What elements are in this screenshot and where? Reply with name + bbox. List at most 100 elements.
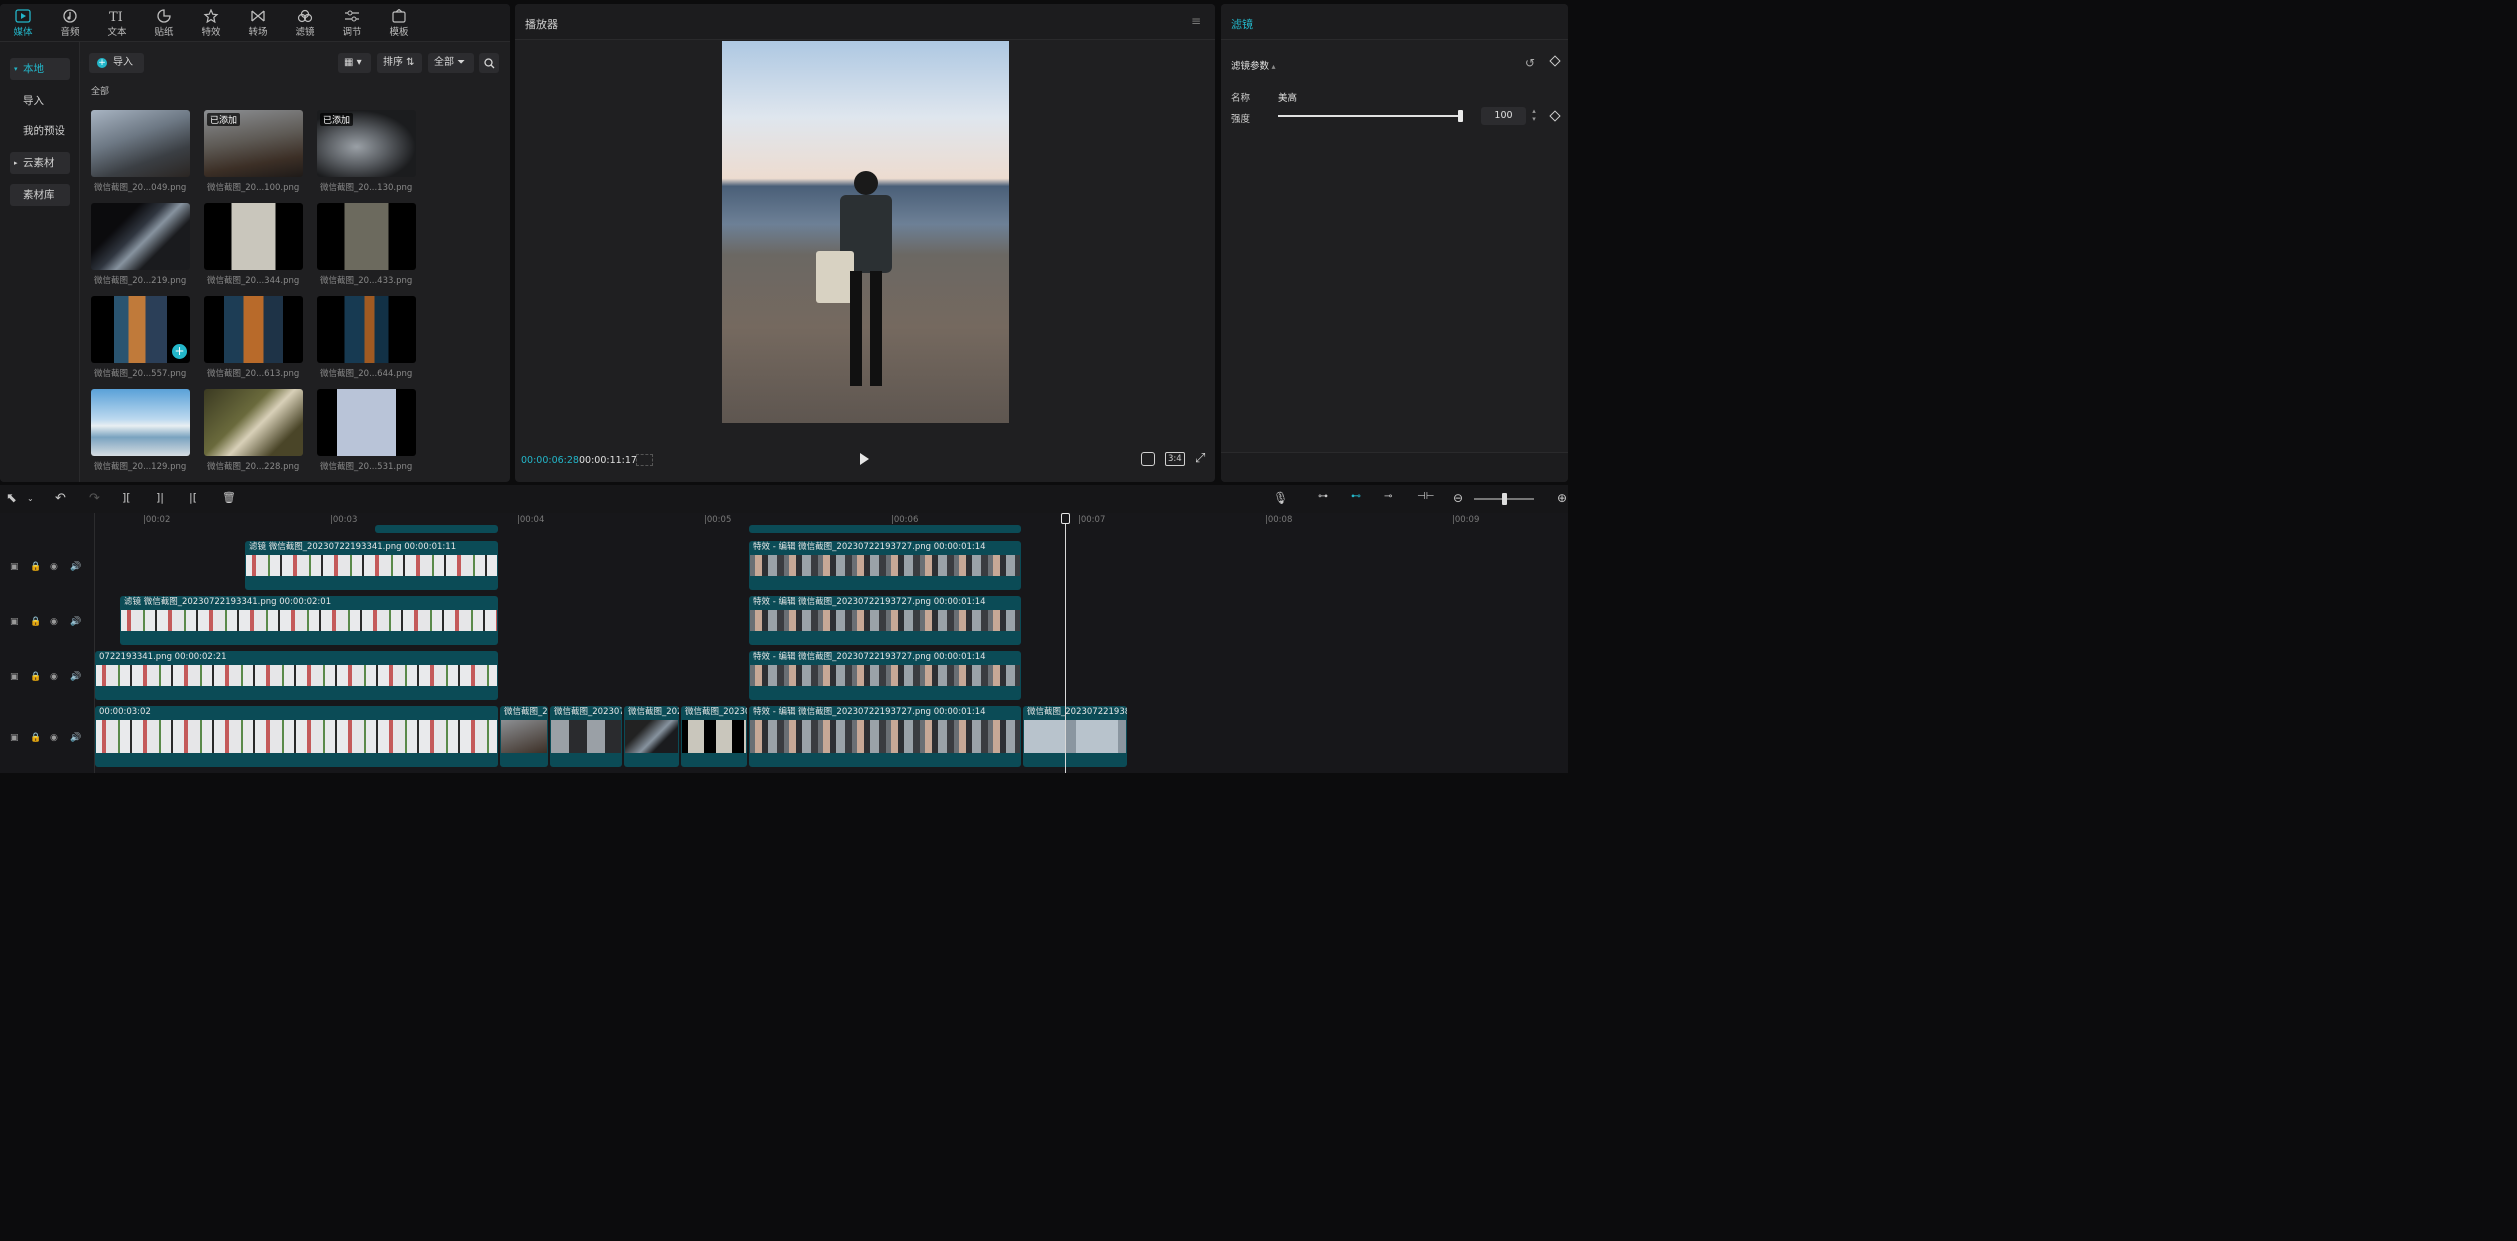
tab-filter[interactable]: 滤镜	[282, 7, 328, 41]
sidenav-cloud[interactable]: ▸ 云素材	[10, 152, 70, 174]
menu-icon[interactable]: ≡	[1191, 14, 1201, 28]
frames-icon[interactable]	[636, 454, 653, 466]
sort-button[interactable]: 排序 ⇅	[377, 53, 422, 73]
lock-icon[interactable]: 🔒	[30, 733, 41, 743]
play-button[interactable]	[860, 453, 869, 465]
chevron-down-icon[interactable]: ⌄	[27, 494, 43, 510]
timeline-clip[interactable]: 微信截图_20230722193811	[1023, 706, 1127, 767]
timeline-clip[interactable]: 0722193341.png 00:00:02:21	[95, 651, 498, 700]
sidenav-import[interactable]: 导入	[10, 90, 70, 112]
redo-icon[interactable]: ↷	[89, 491, 105, 507]
add-to-track-icon[interactable]: +	[172, 344, 187, 359]
sidenav-library[interactable]: 素材库	[10, 184, 70, 206]
grid-view-icon: ▦ ▾	[344, 57, 362, 68]
filter-button[interactable]: 全部 ⏷	[428, 53, 474, 73]
microphone-icon[interactable]: 🎙	[1273, 491, 1289, 507]
eye-icon[interactable]: ◉	[50, 672, 58, 682]
search-button[interactable]	[479, 53, 499, 73]
volume-icon[interactable]: 🔊	[70, 672, 81, 682]
timeline-clip[interactable]: 特效 - 编辑 微信截图_20230722193727.png 00:00:01…	[749, 651, 1021, 700]
filter-params-section[interactable]: 滤镜参数 ▴	[1231, 58, 1276, 72]
tab-sticker[interactable]: 贴纸	[141, 7, 187, 41]
media-thumb[interactable]: +	[91, 296, 190, 363]
timeline-clip[interactable]: 微信截图_202	[624, 706, 679, 767]
media-thumb[interactable]	[204, 389, 303, 456]
tab-transition[interactable]: 转场	[235, 7, 281, 41]
tab-media[interactable]: 媒体	[0, 7, 46, 41]
media-thumb[interactable]	[91, 389, 190, 456]
split-icon[interactable]: ][	[122, 491, 138, 507]
fullscreen-icon[interactable]: ⤢	[1195, 451, 1205, 466]
zoom-in-icon[interactable]: ⊕	[1557, 491, 1573, 507]
video-track-icon[interactable]: ▣	[10, 617, 19, 627]
tab-effects[interactable]: 特效	[188, 7, 234, 41]
zoom-handle[interactable]	[1502, 493, 1507, 505]
crop-icon[interactable]	[1141, 452, 1155, 466]
stepper-icon[interactable]: ▴ ▾	[1529, 107, 1539, 125]
timeline-clip[interactable]: 微信截图_20	[500, 706, 548, 767]
video-track-icon[interactable]: ▣	[10, 672, 19, 682]
playhead-handle[interactable]	[1061, 513, 1070, 524]
timeline-clip[interactable]: 特效 - 编辑 微信截图_20230722193727.png 00:00:01…	[749, 596, 1021, 645]
keyframe-icon[interactable]	[1549, 55, 1561, 67]
media-thumb[interactable]	[91, 110, 190, 177]
media-thumb[interactable]	[204, 203, 303, 270]
preview-axis-icon[interactable]: ⊣⊢	[1417, 491, 1434, 507]
video-track-icon[interactable]: ▣	[10, 562, 19, 572]
strength-input[interactable]: 100	[1481, 107, 1526, 125]
sidenav-local[interactable]: ▾ 本地	[10, 58, 70, 80]
lock-icon[interactable]: 🔒	[30, 562, 41, 572]
eye-icon[interactable]: ◉	[50, 562, 58, 572]
media-thumb[interactable]	[317, 296, 416, 363]
lock-icon[interactable]: 🔒	[30, 617, 41, 627]
clip-bar[interactable]	[749, 525, 1021, 533]
volume-icon[interactable]: 🔊	[70, 617, 81, 627]
strength-label: 强度	[1231, 114, 1251, 125]
lock-icon[interactable]: 🔒	[30, 672, 41, 682]
media-thumb[interactable]: 已添加	[204, 110, 303, 177]
timeline-clip[interactable]: 微信截图_20230	[681, 706, 747, 767]
link-main-icon[interactable]: ⊶	[1318, 491, 1334, 507]
sidenav-my-presets[interactable]: 我的预设	[10, 120, 70, 142]
tab-text[interactable]: TI 文本	[94, 7, 140, 41]
media-thumb[interactable]: 已添加	[317, 110, 416, 177]
tab-template[interactable]: 模板	[376, 7, 422, 41]
volume-icon[interactable]: 🔊	[70, 733, 81, 743]
view-mode-button[interactable]: ▦ ▾	[338, 53, 371, 73]
tab-adjust[interactable]: 调节	[329, 7, 375, 41]
reset-icon[interactable]: ↺	[1525, 56, 1535, 70]
link-icon[interactable]: ⊸	[1384, 491, 1400, 507]
media-thumb[interactable]	[317, 389, 416, 456]
timeline-clip[interactable]: 特效 - 编辑 微信截图_20230722193727.png 00:00:01…	[749, 706, 1021, 767]
trim-left-icon[interactable]: ]|	[156, 491, 172, 507]
tab-audio[interactable]: 音频	[47, 7, 93, 41]
media-thumb[interactable]	[204, 296, 303, 363]
playhead[interactable]	[1065, 513, 1066, 773]
timeline-clip[interactable]: 滤镜 微信截图_20230722193341.png 00:00:01:11	[245, 541, 498, 590]
zoom-out-icon[interactable]: ⊖	[1453, 491, 1469, 507]
keyframe-icon[interactable]	[1549, 110, 1561, 122]
timeline-clip[interactable]: 滤镜 微信截图_20230722193341.png 00:00:02:01	[120, 596, 498, 645]
aspect-ratio-button[interactable]: 3:4	[1165, 452, 1185, 466]
clip-bar[interactable]	[375, 525, 498, 533]
eye-icon[interactable]: ◉	[50, 617, 58, 627]
import-button[interactable]: + 导入	[89, 53, 144, 73]
props-title: 滤镜	[1231, 18, 1253, 31]
timeline-clip[interactable]: 00:00:03:02	[95, 706, 498, 767]
video-track-icon[interactable]: ▣	[10, 733, 19, 743]
strength-slider[interactable]	[1278, 110, 1463, 122]
eye-icon[interactable]: ◉	[50, 733, 58, 743]
media-thumb[interactable]	[91, 203, 190, 270]
undo-icon[interactable]: ↶	[55, 491, 71, 507]
select-tool-icon[interactable]: ⬉	[6, 491, 22, 507]
video-preview[interactable]	[722, 41, 1009, 423]
strength-handle[interactable]	[1458, 110, 1463, 122]
timeline-clip[interactable]: 微信截图_2023072	[550, 706, 622, 767]
delete-icon[interactable]: 🗑	[222, 491, 238, 507]
timeline-clip[interactable]: 特效 - 编辑 微信截图_20230722193727.png 00:00:01…	[749, 541, 1021, 590]
magnet-icon[interactable]: ⊷	[1351, 491, 1367, 507]
volume-icon[interactable]: 🔊	[70, 562, 81, 572]
media-thumb[interactable]	[317, 203, 416, 270]
trim-right-icon[interactable]: |[	[189, 491, 205, 507]
zoom-slider[interactable]	[1474, 493, 1534, 505]
